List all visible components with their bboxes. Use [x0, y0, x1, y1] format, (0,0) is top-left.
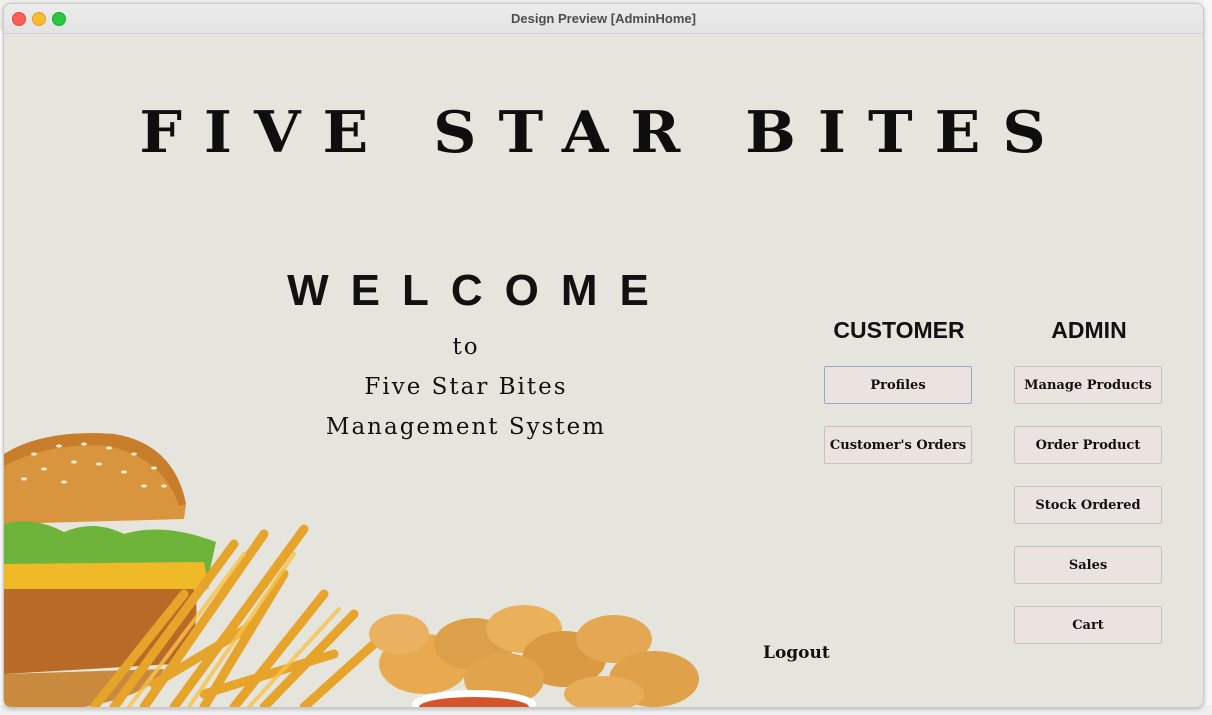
customer-section-heading: CUSTOMER — [833, 317, 965, 343]
order-product-button[interactable]: Order Product — [1014, 426, 1162, 464]
welcome-line-brand: Five Star Bites — [364, 374, 568, 400]
preview-window: Design Preview [AdminHome] FIVE STAR BIT… — [3, 3, 1204, 708]
welcome-line-to: to — [452, 334, 480, 360]
welcome-heading: WELCOME — [287, 266, 671, 315]
admin-home-panel: FIVE STAR BITES WELCOME to Five Star Bit… — [4, 34, 1203, 707]
logout-link[interactable]: Logout — [763, 643, 830, 663]
window-title: Design Preview [AdminHome] — [511, 11, 696, 26]
desktop-background-right — [1203, 0, 1212, 715]
brand-title: FIVE STAR BITES — [139, 99, 1068, 167]
manage-products-button[interactable]: Manage Products — [1014, 366, 1162, 404]
profiles-button[interactable]: Profiles — [824, 366, 972, 404]
cart-button[interactable]: Cart — [1014, 606, 1162, 644]
sales-button[interactable]: Sales — [1014, 546, 1162, 584]
customer-orders-button[interactable]: Customer's Orders — [824, 426, 972, 464]
stock-ordered-button[interactable]: Stock Ordered — [1014, 486, 1162, 524]
fast-food-image — [4, 433, 699, 707]
nuggets-image — [369, 605, 699, 707]
admin-section-heading: ADMIN — [1051, 317, 1127, 343]
title-bar: Design Preview [AdminHome] — [4, 4, 1203, 34]
